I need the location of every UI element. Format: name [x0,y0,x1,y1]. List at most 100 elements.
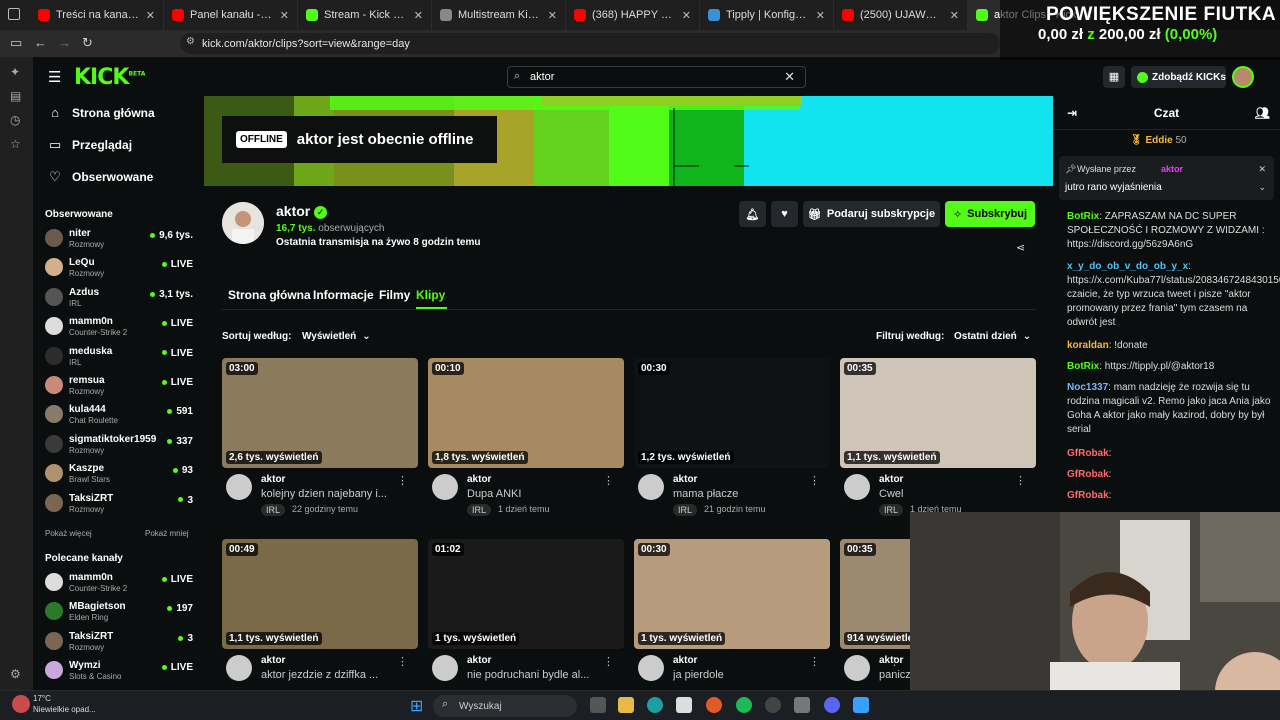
channel-item[interactable]: TaksiZRT Rozmowy 3 [45,491,195,520]
close-tab-icon[interactable]: ✕ [548,9,557,22]
clip-title[interactable]: Cwel [879,488,1014,500]
clip-tag[interactable]: IRL [673,504,698,516]
more-options-icon[interactable]: ⋮ [603,474,614,487]
filter-dropdown[interactable]: Ostatni dzień ⌄ [948,326,1037,347]
show-less-link[interactable]: Pokaż mniej [145,529,189,538]
clip-thumbnail[interactable]: 00:30 1 tys. wyświetleń [634,539,830,649]
browser-tab[interactable]: Multistream Kick po zmianach ✕ [432,0,566,30]
chat-username[interactable]: GfRobak [1067,490,1109,501]
clip-card[interactable]: 01:02 1 tys. wyświetleń aktor nie podruchan… [428,539,624,699]
edge-icon[interactable] [647,697,663,713]
notifications-button[interactable]: 🔔︎ [739,201,766,227]
site-info-icon[interactable]: ⚙ [186,36,195,47]
user-avatar[interactable] [1232,66,1254,88]
channel-item[interactable]: mamm0n Counter-Strike 2 LIVE [45,314,195,343]
taskbar-search[interactable]: ⌕ Wyszukaj [433,695,577,717]
clip-author-avatar[interactable] [432,474,458,500]
task-view-icon[interactable] [590,697,606,713]
nav-item[interactable]: ⌂ Strona główna [48,105,155,120]
tab-videos[interactable]: Filmy [379,288,410,302]
clip-tag[interactable]: IRL [261,504,286,516]
app-icon[interactable] [794,697,810,713]
clip-title[interactable]: mama płacze [673,488,808,500]
clip-author-avatar[interactable] [226,474,252,500]
clear-search-icon[interactable]: ✕ [784,69,795,85]
more-options-icon[interactable]: ⋮ [809,474,820,487]
close-tab-icon[interactable]: ✕ [682,9,691,22]
clip-card[interactable]: 00:10 1,8 tys. wyświetleń aktor Dupa ANKI ⋮ I… [428,358,624,518]
clip-title[interactable]: kolejny dzien najebany i... [261,488,396,500]
clip-author[interactable]: aktor [467,474,491,485]
store-icon[interactable] [676,697,692,713]
more-options-icon[interactable]: ⋮ [889,655,900,668]
clip-card[interactable]: 03:00 2,6 tys. wyświetleń aktor kolejny dzi… [222,358,418,518]
channel-item[interactable]: MBagietson Elden Ring 197 [45,599,195,628]
browser-tab[interactable]: Treści na kanale - YouTube ✕ [30,0,164,30]
steam-icon[interactable] [765,697,781,713]
share-icon[interactable]: ⋖ [1016,241,1025,254]
clip-card[interactable]: 00:30 1 tys. wyświetleń aktor ja pierdole ⋮ [634,539,830,699]
discord-icon[interactable] [824,697,840,713]
chat-username[interactable]: BotRix [1067,361,1099,372]
search-input[interactable]: ⌕ aktor ✕ [507,66,806,88]
browser-tab[interactable]: (368) HAPPY SATURDAY + | ✕ [566,0,700,30]
clip-author-avatar[interactable] [844,474,870,500]
close-tab-icon[interactable]: ✕ [146,9,155,22]
clip-author-avatar[interactable] [638,655,664,681]
clip-thumbnail[interactable]: 00:35 1,1 tys. wyświetleń [840,358,1036,468]
channel-item[interactable]: Wymzi Slots & Casino LIVE [45,658,195,687]
chat-username[interactable]: Noc1337 [1067,382,1108,393]
clip-author[interactable]: aktor [879,474,903,485]
clip-author-avatar[interactable] [432,655,458,681]
close-tab-icon[interactable]: ✕ [280,9,289,22]
kick-logo[interactable]: KICKBETA [74,65,145,90]
clip-author[interactable]: aktor [261,474,285,485]
subscribe-button[interactable]: ✧ Subskrybuj [945,201,1035,227]
collections-icon[interactable]: ▤ [10,89,21,103]
firefox-icon[interactable] [706,697,722,713]
chat-username[interactable]: GfRobak [1067,469,1109,480]
sort-dropdown[interactable]: Wyświetleń ⌄ [296,326,377,347]
settings-icon[interactable]: ⚙ [10,667,21,681]
channel-item[interactable]: TaksiZRT Rozmowy 3 [45,629,195,658]
clip-tag[interactable]: IRL [467,504,492,516]
clip-thumbnail[interactable]: 01:02 1 tys. wyświetleń [428,539,624,649]
browser-tab[interactable]: Stream - Kick Dashboard ✕ [298,0,432,30]
nav-item[interactable]: ▭ Przeglądaj [48,137,132,153]
chat-username[interactable]: koraldan [1067,340,1109,351]
clip-author-avatar[interactable] [844,655,870,681]
unpin-icon[interactable]: ✕ [1258,164,1266,175]
clip-author-avatar[interactable] [226,655,252,681]
windows-start-icon[interactable]: ⊞ [410,696,423,716]
browser-tab[interactable]: Panel kanału - YouTube Studio ✕ [164,0,298,30]
clip-title[interactable]: aktor jezdzie z dziffka ... [261,669,396,681]
clip-thumbnail[interactable]: 00:30 1,2 tys. wyświetleń [634,358,830,468]
clip-tag[interactable]: IRL [879,504,904,516]
sidebar-toggle-icon[interactable]: ▭ [10,35,22,51]
dashboard-button[interactable]: ▦ [1103,66,1125,88]
channel-item[interactable]: sigmatiktoker1959 Rozmowy 337 [45,432,195,461]
spotify-icon[interactable] [736,697,752,713]
more-options-icon[interactable]: ⋮ [397,655,408,668]
back-icon[interactable]: ← [34,35,47,50]
clip-author[interactable]: aktor [467,655,491,666]
clip-card[interactable]: 00:35 1,1 tys. wyświetleń aktor Cwel ⋮ IRL 1 d… [840,358,1036,518]
chat-username[interactable]: GfRobak [1067,448,1109,459]
clip-title[interactable]: ja pierdole [673,669,808,681]
forward-icon[interactable]: → [58,35,71,50]
show-more-link[interactable]: Pokaż więcej [45,529,92,538]
chat-username[interactable]: x_y_do_ob_v_do_ob_y_x [1067,261,1188,272]
clip-author[interactable]: aktor [261,655,285,666]
channel-item[interactable]: kula444 Chat Roulette 591 [45,402,195,431]
clip-thumbnail[interactable]: 00:10 1,8 tys. wyświetleń [428,358,624,468]
get-kicks-button[interactable]: Zdobądź KICKs [1131,66,1226,88]
clip-thumbnail[interactable]: 00:49 1,1 tys. wyświetleń [222,539,418,649]
more-options-icon[interactable]: ⋮ [1015,474,1026,487]
tab-actions-icon[interactable] [8,8,20,20]
nav-item[interactable]: ♡ Obserwowane [48,169,153,185]
reload-icon[interactable]: ↻ [82,35,93,51]
clip-card[interactable]: 00:30 1,2 tys. wyświetleń aktor mama płacze… [634,358,830,518]
clip-author[interactable]: aktor [673,655,697,666]
clip-card[interactable]: 00:35914 wyświetleńaktorpanicz⋮ [840,539,910,699]
menu-icon[interactable]: ☰ [48,68,61,86]
